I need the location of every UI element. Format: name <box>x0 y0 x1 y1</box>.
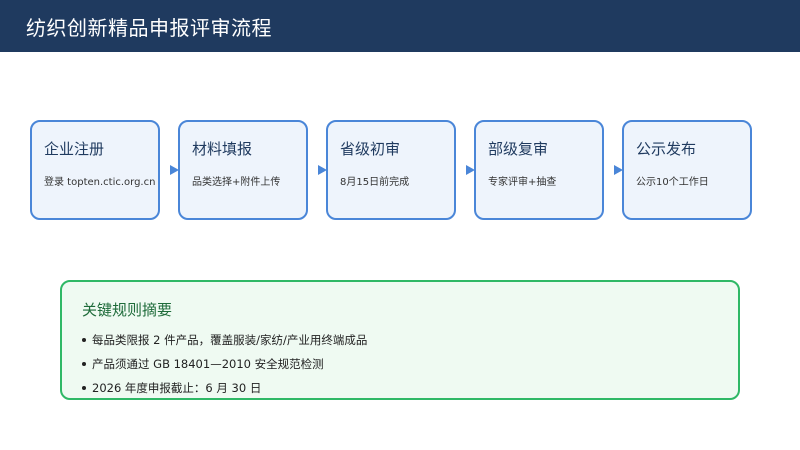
step-desc: 品类选择+附件上传 <box>192 177 281 188</box>
rule-text: 产品须通过 GB 18401—2010 安全规范检测 <box>92 357 324 371</box>
rule-text: 2026 年度申报截止：6 月 30 日 <box>92 381 262 395</box>
header-bar: 纺织创新精品申报评审流程 <box>0 0 800 52</box>
rules-summary-box: 关键规则摘要 每品类限报 2 件产品，覆盖服装/家纺/产业用终端成品 产品须通过… <box>60 280 740 400</box>
page-title: 纺织创新精品申报评审流程 <box>26 15 272 40</box>
step-box-ministry-review: 部级复审 专家评审+抽查 <box>474 120 604 220</box>
step-title: 公示发布 <box>636 140 697 158</box>
rule-item: 每品类限报 2 件产品，覆盖服装/家纺/产业用终端成品 <box>82 328 738 352</box>
step-title: 部级复审 <box>488 140 549 158</box>
step-desc: 登录 topten.ctic.org.cn <box>44 177 156 188</box>
bullet-icon <box>82 362 86 366</box>
step-title: 材料填报 <box>192 140 253 158</box>
step-title: 企业注册 <box>44 140 105 158</box>
bullet-icon <box>82 386 86 390</box>
step-box-publish: 公示发布 公示10个工作日 <box>622 120 752 220</box>
step-title: 省级初审 <box>340 140 401 158</box>
step-desc: 专家评审+抽查 <box>488 177 557 188</box>
step-desc: 公示10个工作日 <box>636 177 709 188</box>
step-box-register: 企业注册 登录 topten.ctic.org.cn <box>30 120 160 220</box>
step-desc: 8月15日前完成 <box>340 177 410 188</box>
rule-text: 每品类限报 2 件产品，覆盖服装/家纺/产业用终端成品 <box>92 333 368 347</box>
rule-item: 产品须通过 GB 18401—2010 安全规范检测 <box>82 352 738 376</box>
rules-title: 关键规则摘要 <box>82 301 173 319</box>
step-box-provincial-review: 省级初审 8月15日前完成 <box>326 120 456 220</box>
step-box-submit: 材料填报 品类选择+附件上传 <box>178 120 308 220</box>
rule-item: 2026 年度申报截止：6 月 30 日 <box>82 376 738 400</box>
bullet-icon <box>82 338 86 342</box>
